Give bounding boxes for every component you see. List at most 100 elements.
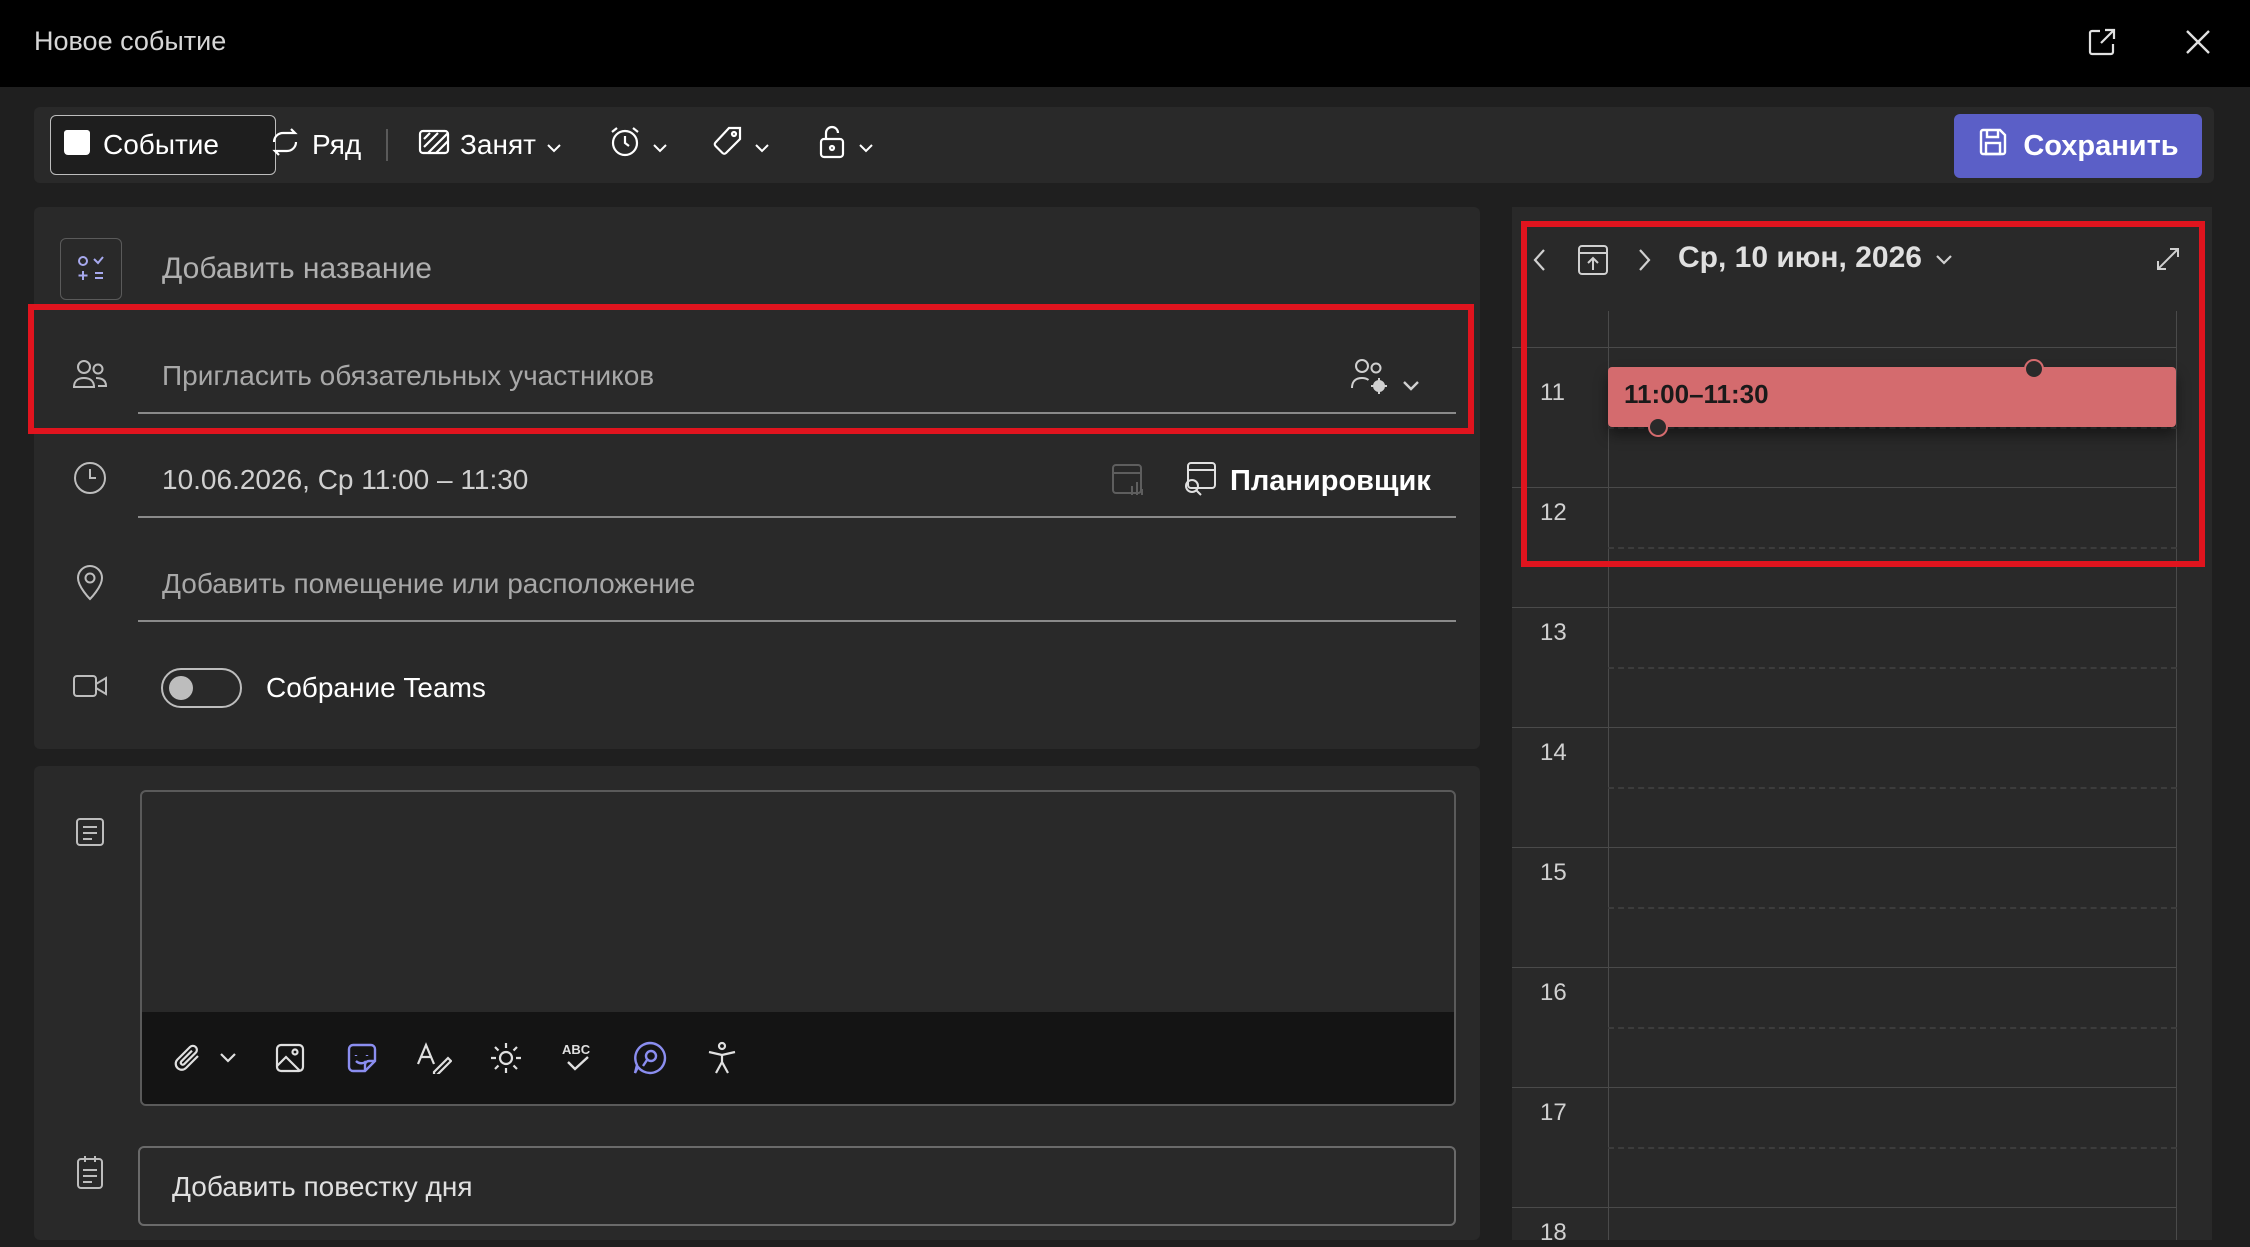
video-icon <box>70 666 110 706</box>
people-settings-icon[interactable] <box>1350 356 1390 403</box>
image-icon[interactable] <box>268 1036 312 1080</box>
hour-label: 15 <box>1540 859 1567 886</box>
title-bar: Новое событие <box>0 0 2250 87</box>
busy-status-label: Занят <box>460 129 536 160</box>
teams-meeting-label: Собрание Teams <box>266 672 486 703</box>
busy-status-dropdown[interactable]: Занят <box>408 115 572 175</box>
hour-label: 13 <box>1540 619 1567 646</box>
availability-icon <box>1110 462 1146 505</box>
accessibility-icon[interactable] <box>700 1036 744 1080</box>
date-picker-dropdown[interactable]: Ср, 10 июн, 2026 <box>1678 241 1954 275</box>
half-hour-line <box>1608 1027 2177 1029</box>
category-icon[interactable] <box>60 238 122 300</box>
sticker-icon[interactable] <box>340 1036 384 1080</box>
agenda-label: Добавить повестку дня <box>172 1171 473 1202</box>
event-block[interactable]: 11:00–11:30 <box>1608 367 2176 427</box>
chevron-down-icon <box>858 129 874 161</box>
hour-line <box>1512 347 2177 348</box>
half-hour-line <box>1608 427 2177 429</box>
hour-label: 16 <box>1540 979 1567 1006</box>
chevron-down-icon <box>754 129 770 161</box>
location-icon <box>70 562 110 602</box>
location-field[interactable]: Добавить помещение или расположение <box>138 548 1456 622</box>
clock-icon <box>70 458 110 498</box>
half-hour-line <box>1608 547 2177 549</box>
expand-icon[interactable] <box>2154 245 2182 278</box>
save-label: Сохранить <box>2023 129 2179 162</box>
sun-icon[interactable] <box>484 1036 528 1080</box>
chevron-left-icon[interactable] <box>1532 247 1548 278</box>
close-icon[interactable] <box>2178 22 2218 62</box>
event-time-label: 11:00–11:30 <box>1624 379 1769 409</box>
chevron-down-icon[interactable] <box>206 1036 250 1080</box>
notes-editor[interactable]: ABC <box>140 790 1456 1106</box>
chevron-down-icon[interactable] <box>1402 368 1420 400</box>
title-placeholder: Добавить название <box>162 252 432 285</box>
hour-line <box>1512 967 2177 968</box>
event-resize-handle-top[interactable] <box>2024 359 2044 379</box>
attendees-placeholder: Пригласить обязательных участников <box>162 360 655 391</box>
series-button[interactable]: Ряд <box>258 115 371 175</box>
date-label: Ср, 10 июн, 2026 <box>1678 241 1922 274</box>
hour-line <box>1512 1207 2177 1208</box>
event-resize-handle-bottom[interactable] <box>1648 417 1668 437</box>
busy-status-icon <box>418 127 450 164</box>
chevron-down-icon <box>1934 241 1954 275</box>
svg-text:ABC: ABC <box>562 1042 591 1057</box>
people-icon <box>70 354 110 394</box>
format-text-icon[interactable] <box>412 1036 456 1080</box>
day-column-divider <box>2176 311 2177 1240</box>
chevron-down-icon <box>652 129 668 161</box>
datetime-field[interactable]: 10.06.2026, Ср 11:00 – 11:30 Планировщик <box>138 444 1456 518</box>
hour-line <box>1512 607 2177 608</box>
tag-icon <box>710 125 744 166</box>
reminder-dropdown[interactable] <box>598 115 678 175</box>
event-type-label: Событие <box>103 129 219 160</box>
toolbar: Событие Ряд Занят Сохранить <box>34 107 2214 183</box>
alarm-icon <box>608 125 642 166</box>
hour-label: 11 <box>1540 379 1565 406</box>
hour-line <box>1512 487 2177 488</box>
time-gutter-divider <box>1608 311 1609 1240</box>
scheduler-label: Планировщик <box>1230 465 1431 497</box>
spellcheck-icon[interactable]: ABC <box>556 1036 600 1080</box>
scheduler-icon <box>1182 460 1218 503</box>
calendar-icon <box>61 126 93 165</box>
save-icon <box>1977 126 2009 166</box>
agenda-icon <box>70 1152 110 1192</box>
datetime-value: 10.06.2026, Ср 11:00 – 11:30 <box>162 464 529 495</box>
format-toolbar: ABC <box>142 1012 1454 1104</box>
repeat-icon <box>268 126 302 165</box>
location-placeholder: Добавить помещение или расположение <box>162 568 696 599</box>
toolbar-separator <box>386 129 388 161</box>
hour-label: 12 <box>1540 499 1567 526</box>
attach-icon[interactable] <box>166 1036 210 1080</box>
toggle-knob <box>169 676 193 700</box>
today-icon[interactable] <box>1576 243 1610 282</box>
agenda-field[interactable]: Добавить повестку дня <box>138 1146 1456 1226</box>
save-button[interactable]: Сохранить <box>1954 114 2202 178</box>
half-hour-line <box>1608 787 2177 789</box>
half-hour-line <box>1608 667 2177 669</box>
hour-label: 14 <box>1540 739 1567 766</box>
teams-meeting-toggle[interactable] <box>161 668 242 708</box>
scheduler-button[interactable]: Планировщик <box>1182 460 1431 503</box>
chevron-down-icon <box>546 129 562 161</box>
title-field[interactable]: Добавить название <box>138 238 1456 302</box>
hour-line <box>1512 1087 2177 1088</box>
category-dropdown[interactable] <box>700 115 780 175</box>
copilot-icon[interactable] <box>628 1036 672 1080</box>
external-window-icon[interactable] <box>2082 22 2122 62</box>
lock-icon <box>816 124 848 167</box>
half-hour-line <box>1608 907 2177 909</box>
day-calendar-panel: Ср, 10 июн, 2026 11 12 13 14 15 16 17 18… <box>1512 207 2212 1246</box>
notes-icon <box>70 812 110 852</box>
attendees-field[interactable]: Пригласить обязательных участников <box>138 340 1456 414</box>
chevron-right-icon[interactable] <box>1636 247 1652 278</box>
privacy-dropdown[interactable] <box>806 115 884 175</box>
hour-label: 18 <box>1540 1219 1567 1246</box>
hour-label: 17 <box>1540 1099 1567 1126</box>
event-type-button[interactable]: Событие <box>50 115 276 175</box>
hour-line <box>1512 727 2177 728</box>
series-label: Ряд <box>312 129 362 160</box>
